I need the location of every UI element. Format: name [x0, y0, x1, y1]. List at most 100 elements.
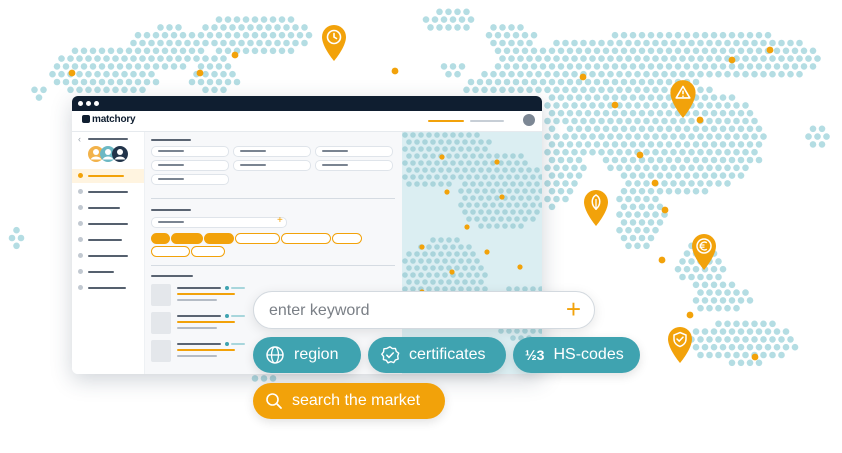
map-dot — [688, 70, 695, 78]
filter-dropdown[interactable] — [315, 146, 393, 157]
sidebar-item[interactable] — [72, 233, 144, 247]
filter-dropdown[interactable] — [315, 160, 393, 171]
mini-map-dot — [414, 181, 420, 187]
filter-dropdown[interactable] — [151, 160, 229, 171]
map-dot — [607, 117, 614, 125]
mini-map-marker[interactable] — [499, 194, 505, 200]
map-dot — [760, 336, 767, 343]
profile-avatar[interactable] — [523, 114, 535, 126]
mini-map-marker[interactable] — [419, 244, 425, 250]
map-dot — [652, 226, 659, 234]
mini-map-marker[interactable] — [439, 154, 445, 160]
tag-chip[interactable] — [204, 233, 234, 244]
map-dot — [530, 31, 538, 39]
map-dot — [692, 63, 700, 70]
search-market-button[interactable]: search the market — [253, 383, 445, 419]
mini-map-dot — [470, 153, 476, 159]
mini-map-dot — [486, 181, 492, 187]
map-dot — [188, 47, 196, 55]
mini-map-marker[interactable] — [517, 264, 523, 270]
map-dot — [724, 133, 731, 140]
map-dot — [98, 63, 106, 70]
mini-map-dot — [482, 216, 488, 222]
map-dot — [553, 180, 560, 187]
map-dot — [683, 156, 691, 164]
map-dot — [652, 117, 659, 125]
filter-dropdown[interactable] — [233, 146, 311, 157]
nav-link[interactable] — [470, 120, 504, 122]
map-dot — [746, 47, 754, 55]
mini-map-marker[interactable] — [449, 269, 455, 275]
tag-chip[interactable] — [191, 246, 225, 257]
mini-map-dot — [442, 146, 448, 152]
map-dot — [566, 172, 574, 179]
map-dot — [229, 39, 236, 47]
map-dot — [35, 94, 43, 101]
filter-hs-codes-button[interactable]: ½3 HS-codes — [513, 337, 640, 373]
chevron-left-icon[interactable]: ‹ — [78, 134, 81, 144]
mini-map-marker[interactable] — [494, 159, 500, 165]
result-meta — [177, 299, 217, 301]
tag-chip[interactable] — [171, 233, 203, 244]
map-dot — [103, 70, 110, 78]
map-dot — [652, 55, 659, 62]
sidebar-item[interactable] — [72, 201, 144, 215]
tag-chip[interactable] — [151, 246, 190, 257]
mini-map-dot — [410, 132, 416, 138]
tag-chip[interactable] — [235, 233, 280, 244]
map-dot — [512, 63, 520, 70]
mini-map-dot — [474, 160, 480, 166]
map-dot — [575, 109, 583, 117]
tag-chip[interactable] — [281, 233, 331, 244]
keyword-input-mini[interactable] — [151, 217, 287, 228]
map-dot — [728, 47, 736, 55]
map-dot — [575, 125, 583, 133]
filter-dropdown[interactable] — [233, 160, 311, 171]
mini-map-marker[interactable] — [444, 189, 450, 195]
map-dot — [629, 94, 637, 101]
map-dot — [449, 16, 457, 23]
filter-certificates-button[interactable]: certificates — [368, 337, 506, 373]
sidebar-item-active[interactable] — [72, 169, 144, 183]
filter-dropdown[interactable] — [151, 146, 229, 157]
filter-dropdown[interactable] — [151, 174, 229, 185]
sidebar: ‹ — [72, 132, 145, 374]
mini-map-dot — [406, 153, 412, 159]
plus-icon[interactable]: + — [566, 296, 581, 322]
map-dot — [584, 109, 592, 117]
map-dot — [760, 133, 767, 140]
sidebar-item[interactable] — [72, 281, 144, 295]
mini-map-dot — [518, 223, 524, 229]
map-dot — [58, 70, 65, 78]
map-dot — [13, 226, 20, 234]
tag-chip[interactable] — [151, 233, 170, 244]
sidebar-item[interactable] — [72, 249, 144, 263]
map-dot — [544, 195, 551, 203]
mini-map-marker[interactable] — [464, 224, 470, 230]
mini-map-dot — [482, 174, 488, 180]
filter-region-label: region — [294, 346, 339, 363]
sidebar-item[interactable] — [72, 217, 144, 231]
mini-map-marker[interactable] — [484, 249, 490, 255]
map-dot — [274, 39, 281, 47]
plus-icon[interactable]: + — [277, 215, 283, 226]
map-dot — [67, 55, 74, 62]
map-dot — [112, 55, 119, 62]
map-dot — [566, 94, 574, 101]
sidebar-item[interactable] — [72, 265, 144, 279]
filter-region-button[interactable]: region — [253, 337, 361, 373]
map-dot — [463, 8, 470, 16]
mini-map-dot — [446, 153, 452, 159]
mini-map-dot — [494, 195, 500, 201]
map-dot — [697, 148, 704, 156]
map-dot — [562, 148, 569, 156]
map-dot — [800, 47, 808, 55]
tag-chip[interactable] — [332, 233, 362, 244]
nav-link-active[interactable] — [428, 120, 464, 122]
mini-map-dot — [418, 272, 424, 278]
mini-map-dot — [486, 167, 492, 173]
map-dot — [238, 24, 245, 31]
sidebar-item[interactable] — [72, 185, 144, 199]
mini-map-dot — [406, 167, 412, 173]
keyword-input[interactable] — [267, 300, 551, 322]
